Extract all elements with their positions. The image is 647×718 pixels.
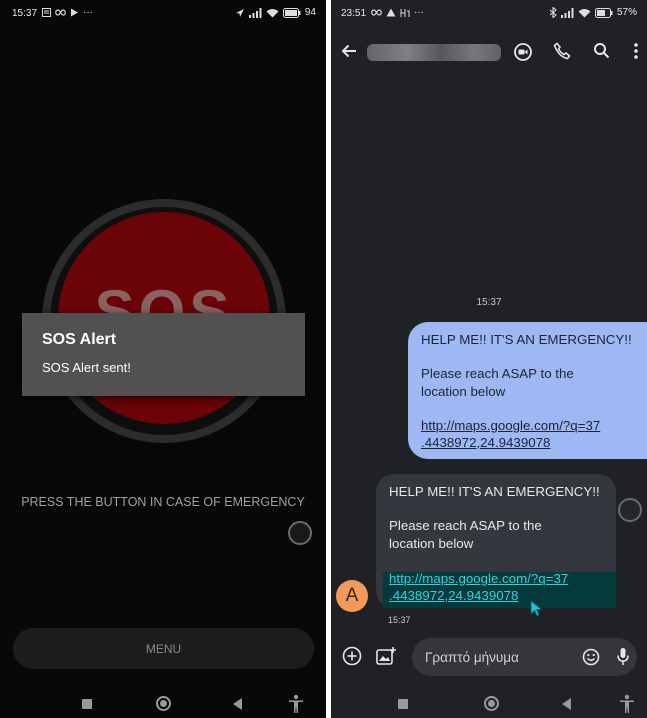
search-icon[interactable] (593, 42, 610, 59)
menu-button[interactable]: MENU (13, 628, 314, 669)
status-icons: 57% (549, 7, 637, 18)
notification-icons: ··· (42, 7, 93, 18)
emoji-icon[interactable] (582, 648, 600, 666)
battery-icon (594, 7, 613, 18)
sent-maps-link-part1[interactable]: http://maps.google.com/?q=37 (421, 418, 600, 435)
status-bar: 23:51 ··· 57% (331, 0, 647, 28)
sos-alert-dialog[interactable]: SOS Alert SOS Alert sent! (22, 313, 305, 396)
status-time: 15:37 (12, 8, 38, 19)
conversation-timestamp: 15:37 (476, 297, 502, 308)
accessibility-icon[interactable] (619, 694, 635, 714)
sent-maps-link-part2[interactable]: .4438972,24.9439078 (421, 435, 550, 452)
home-button[interactable] (484, 696, 499, 711)
battery-level: 57% (616, 7, 637, 18)
app-notification-icon (400, 8, 410, 17)
sent-message-line1: HELP ME!! IT'S AN EMERGENCY!! (421, 332, 632, 347)
play-store-icon (71, 8, 78, 17)
battery-icon (282, 7, 301, 18)
bluetooth-icon (549, 7, 557, 18)
received-message-line1: HELP ME!! IT'S AN EMERGENCY!! (389, 484, 600, 499)
back-button[interactable] (233, 698, 242, 710)
dialog-title: SOS Alert (42, 331, 117, 348)
gallery-icon[interactable] (376, 646, 397, 666)
message-compose-field[interactable]: Γραπτό μήνυμα (412, 638, 637, 676)
add-icon[interactable] (342, 646, 362, 666)
notification-icons: ··· (371, 7, 424, 18)
conversation-header (331, 36, 647, 70)
sent-message-line3: location below (421, 384, 506, 399)
notes-icon (42, 8, 51, 17)
location-icon (235, 8, 244, 17)
recents-button[interactable] (82, 699, 92, 709)
contact-avatar[interactable]: A (336, 580, 368, 612)
received-maps-link-part2[interactable]: .4438972,24.9439078 (389, 588, 518, 605)
navigation-bar (0, 690, 326, 718)
recents-button[interactable] (398, 699, 408, 709)
home-button[interactable] (156, 696, 171, 711)
sent-message-line2: Please reach ASAP to the (421, 366, 574, 381)
status-bar: 15:37 ··· 94 (0, 0, 326, 28)
received-message-line2: Please reach ASAP to the (389, 518, 542, 533)
received-message-line3: location below (389, 536, 474, 551)
compose-placeholder: Γραπτό μήνυμα (425, 650, 519, 665)
floating-assist-button[interactable] (288, 521, 312, 545)
sos-app-screen: 15:37 ··· 94 SOS SOS Alert SOS Alert sen… (0, 0, 326, 718)
battery-level: 94 (304, 7, 316, 18)
back-button[interactable] (562, 698, 571, 710)
received-message-bubble[interactable]: HELP ME!! IT'S AN EMERGENCY!! Please rea… (376, 474, 616, 608)
received-message-time: 15:37 (388, 615, 411, 625)
navigation-bar (331, 690, 647, 718)
wifi-icon (578, 8, 591, 17)
status-icons: 94 (235, 7, 316, 18)
messages-app-screen: 23:51 ··· 57% 15:37 HELP ME!! IT'S AN EM… (331, 0, 647, 718)
sent-message-bubble[interactable]: HELP ME!! IT'S AN EMERGENCY!! Please rea… (408, 322, 647, 459)
accessibility-icon[interactable] (288, 694, 304, 714)
more-vert-icon[interactable] (633, 42, 639, 60)
emergency-instruction: PRESS THE BUTTON IN CASE OF EMERGENCY (21, 495, 305, 509)
signal-icon (248, 7, 262, 18)
more-notifications-icon: ··· (83, 7, 93, 18)
wifi-icon (266, 8, 279, 17)
signal-icon (560, 7, 574, 18)
cursor-icon (530, 600, 543, 617)
mic-icon[interactable] (617, 647, 629, 666)
more-notifications-icon: ··· (414, 7, 424, 18)
warning-icon (386, 8, 396, 17)
floating-assist-button[interactable] (618, 498, 642, 522)
back-arrow-icon[interactable] (341, 43, 357, 59)
status-time: 23:51 (341, 8, 367, 19)
infinity-icon (55, 9, 66, 16)
dialog-message: SOS Alert sent! (42, 360, 131, 375)
contact-name-redacted[interactable] (367, 44, 501, 61)
received-maps-link-part1[interactable]: http://maps.google.com/?q=37 (389, 571, 568, 588)
video-call-icon[interactable] (513, 42, 533, 62)
phone-icon[interactable] (553, 42, 571, 60)
infinity-icon (371, 9, 382, 16)
